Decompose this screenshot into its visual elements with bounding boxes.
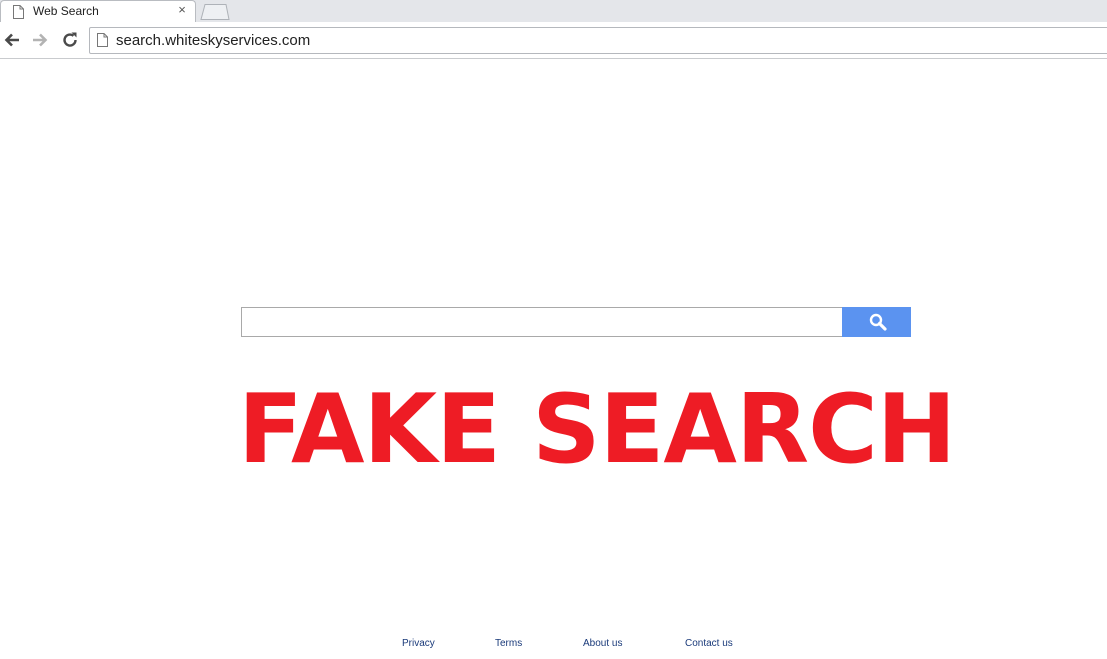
close-tab-icon[interactable]: × xyxy=(176,3,188,16)
footer-link-privacy[interactable]: Privacy xyxy=(402,638,435,649)
page-icon xyxy=(97,33,108,47)
tab-strip: Web Search × xyxy=(0,0,1107,23)
search-input[interactable] xyxy=(241,307,842,337)
fake-search-stamp: FAKE SEARCH xyxy=(238,375,956,485)
footer-link-terms[interactable]: Terms xyxy=(495,638,522,649)
footer-link-about-us[interactable]: About us xyxy=(583,638,622,649)
reload-icon[interactable] xyxy=(61,31,79,49)
footer-link-contact-us[interactable]: Contact us xyxy=(685,638,733,649)
address-bar[interactable]: search.whiteskyservices.com xyxy=(89,27,1107,54)
browser-tab[interactable]: Web Search × xyxy=(0,0,196,23)
back-arrow-icon[interactable] xyxy=(3,31,21,49)
search-icon xyxy=(869,313,887,331)
tab-title: Web Search xyxy=(33,4,99,18)
search-form xyxy=(241,307,911,337)
search-button[interactable] xyxy=(842,307,911,337)
browser-toolbar: search.whiteskyservices.com xyxy=(0,22,1107,59)
forward-arrow-icon[interactable] xyxy=(31,31,49,49)
page-icon xyxy=(13,5,24,19)
url-text[interactable]: search.whiteskyservices.com xyxy=(116,32,310,49)
new-tab-button[interactable] xyxy=(198,4,230,20)
